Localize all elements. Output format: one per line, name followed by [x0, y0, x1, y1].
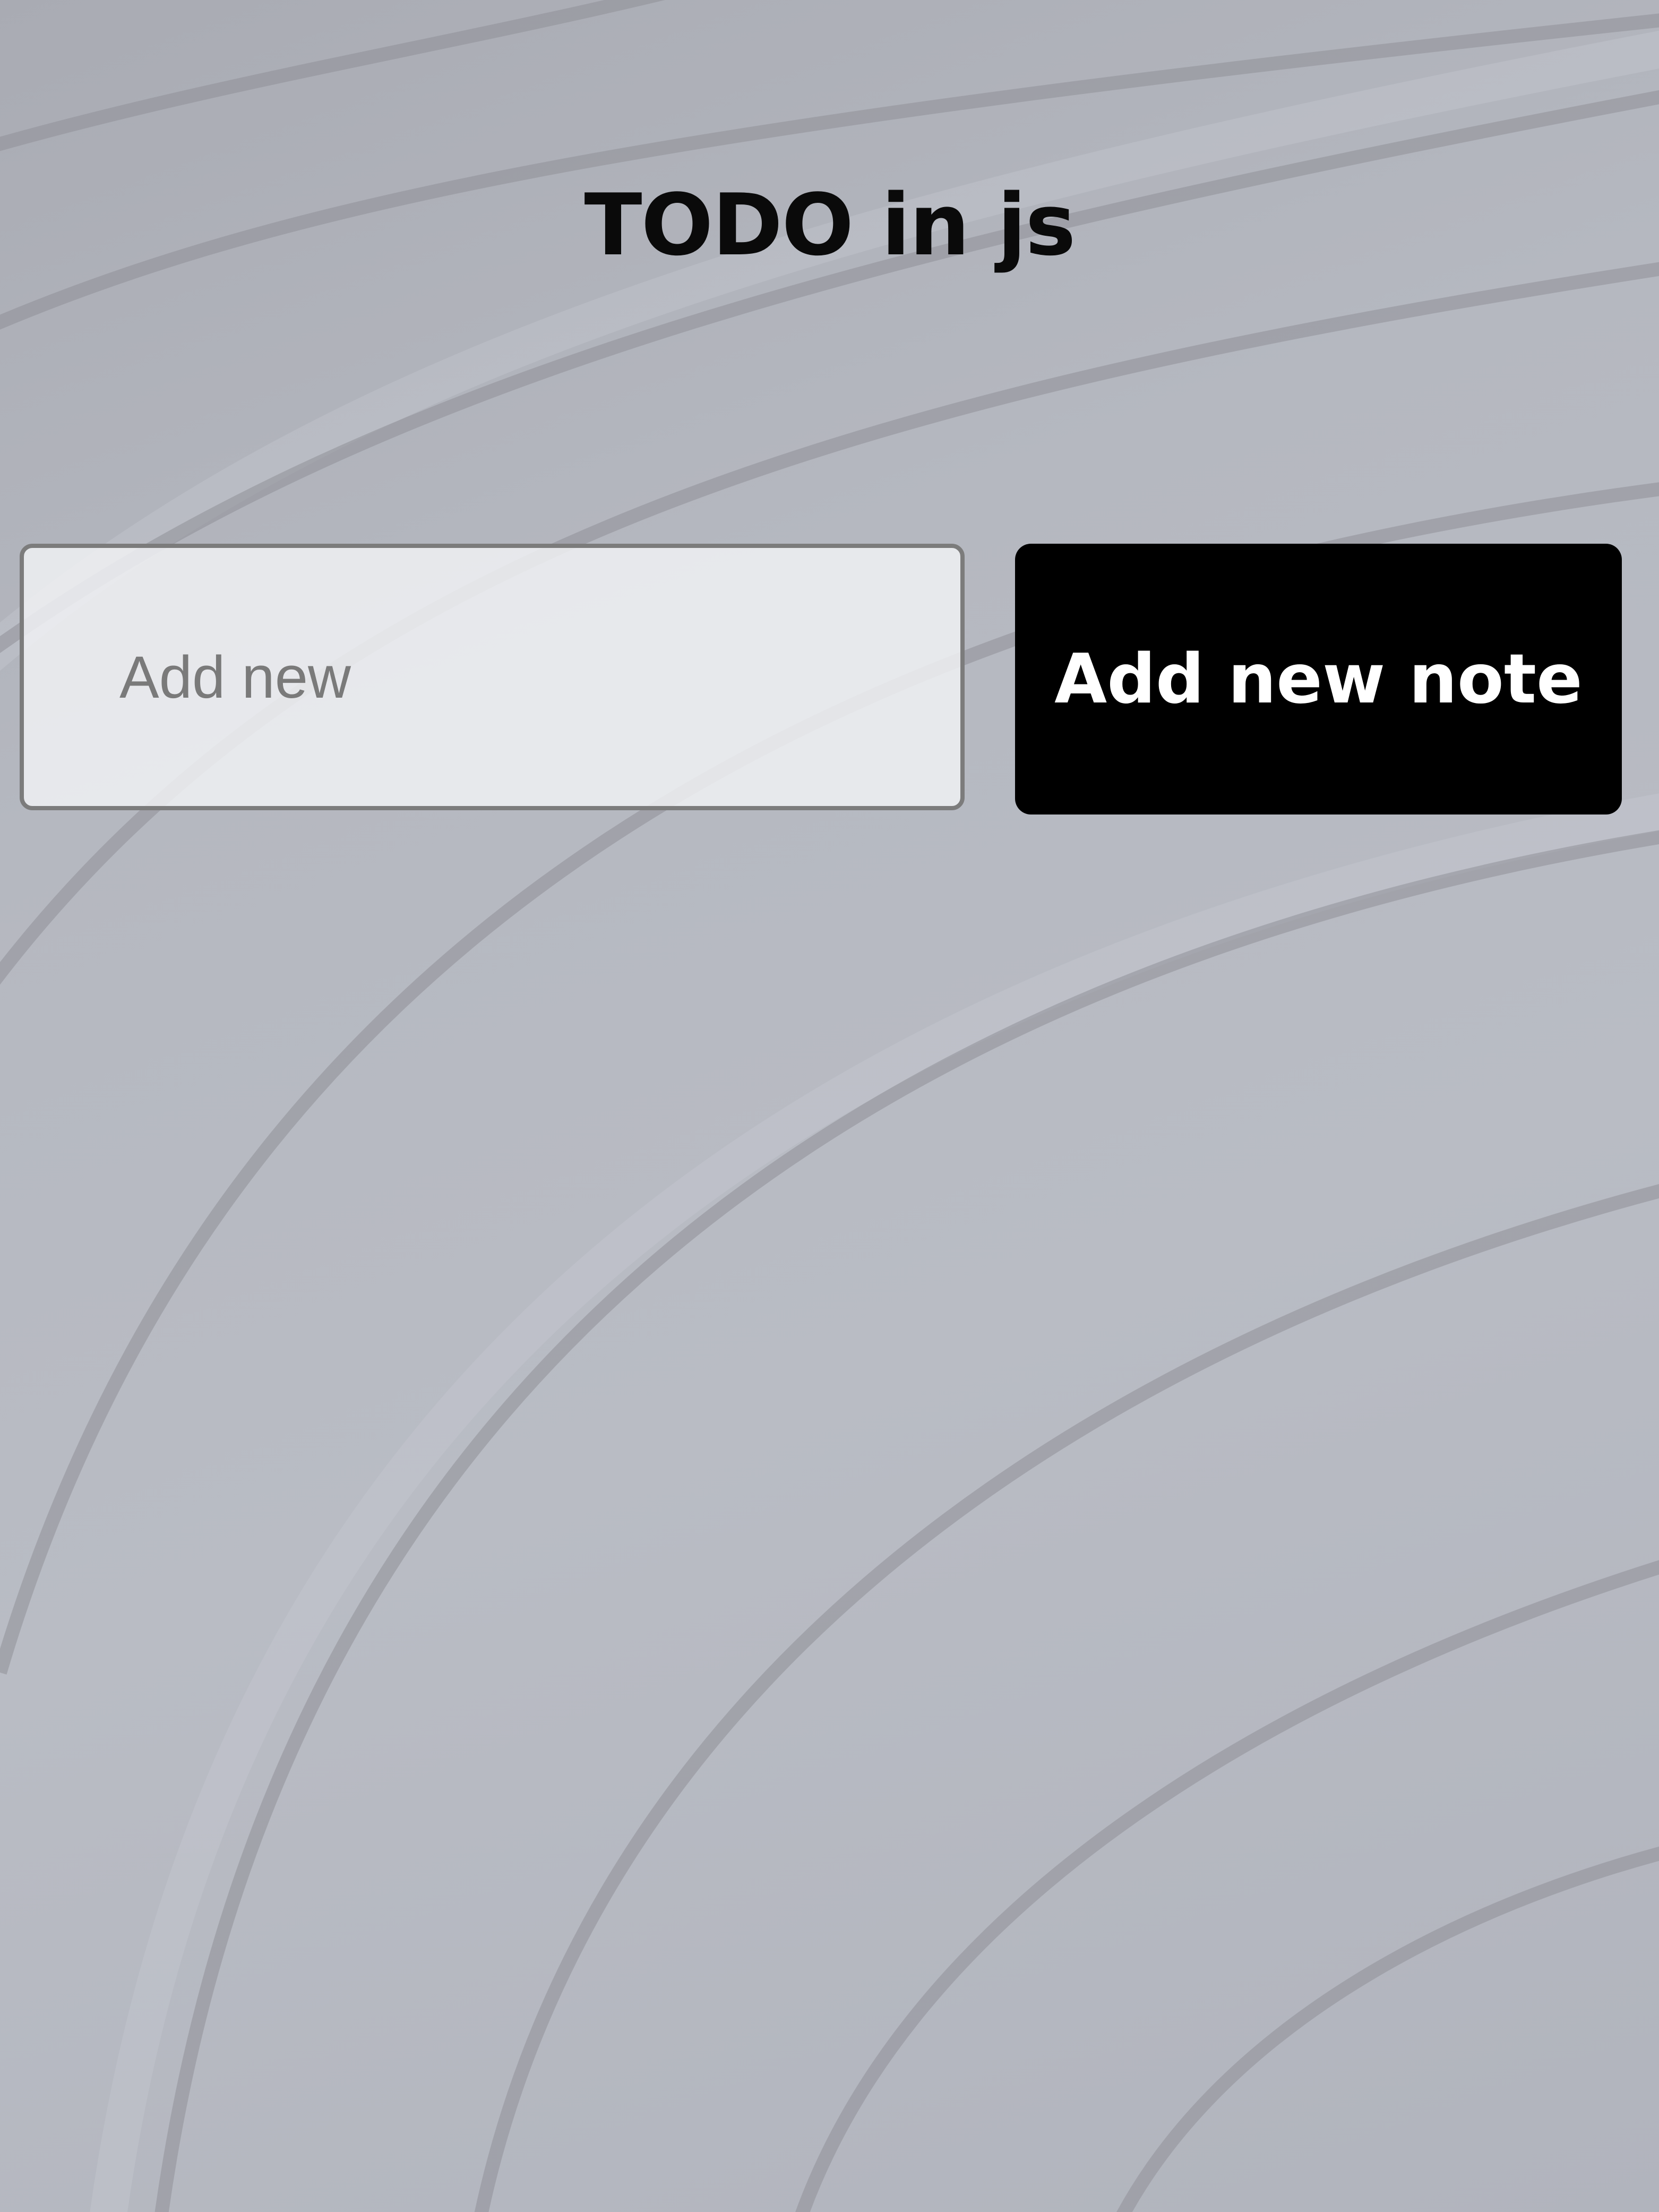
- add-note-form: Add new note: [20, 544, 1623, 815]
- todo-page: TODO in js Add new note: [0, 0, 1659, 2212]
- wavy-background: [0, 0, 1659, 2212]
- page-title: TODO in js: [584, 175, 1076, 275]
- new-note-input[interactable]: [20, 544, 965, 810]
- add-new-note-button[interactable]: Add new note: [1015, 544, 1622, 815]
